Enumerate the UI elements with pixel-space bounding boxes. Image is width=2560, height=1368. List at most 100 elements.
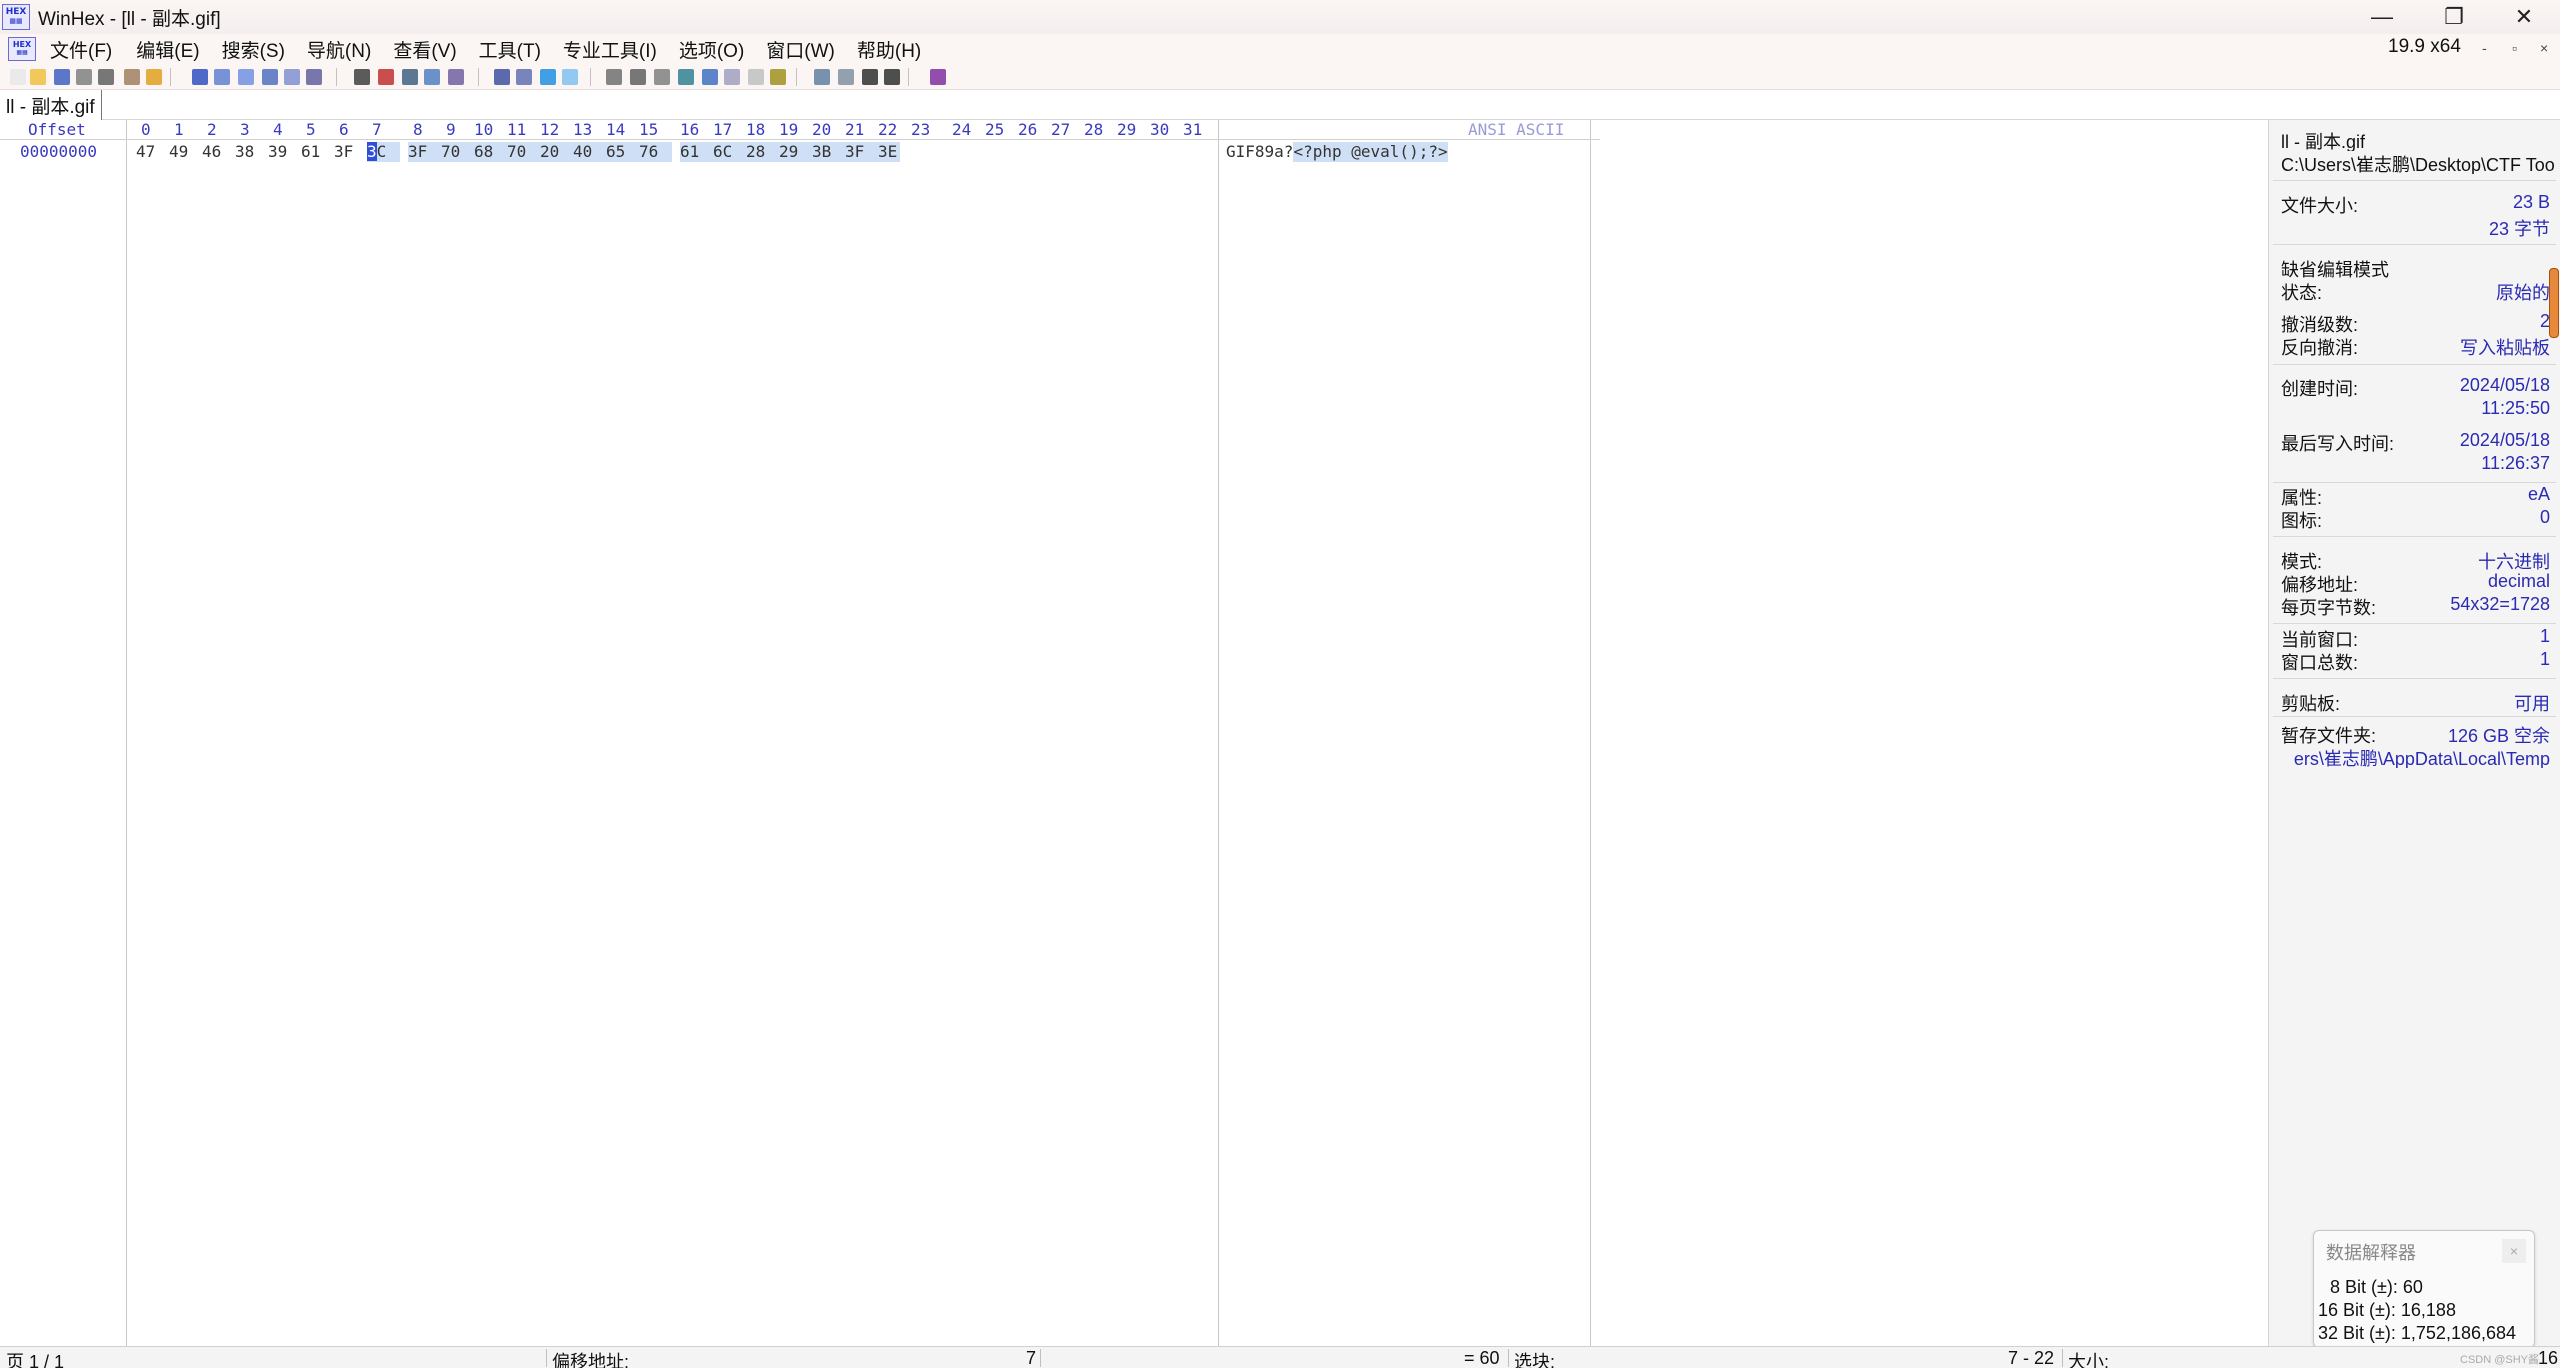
next-icon[interactable] bbox=[884, 69, 900, 85]
forward-icon[interactable] bbox=[562, 69, 578, 85]
winhex-app-icon[interactable]: HEX ▦▦ bbox=[2, 4, 30, 30]
document-icon[interactable]: HEX ▦▦ bbox=[8, 37, 36, 61]
colors-icon[interactable] bbox=[748, 69, 764, 85]
menu-edit[interactable]: 编辑(E) bbox=[136, 36, 199, 63]
back-icon[interactable] bbox=[540, 69, 556, 85]
hex-byte[interactable]: 3C bbox=[367, 142, 400, 162]
hex-editor[interactable]: Offset ANSI ASCII 00000000 0 1 2 3 4 5 6 7 8 9 10 1… bbox=[0, 120, 2268, 1346]
hex-byte[interactable]: 70 bbox=[441, 142, 474, 162]
mdi-minimize-button[interactable]: - bbox=[2482, 40, 2487, 56]
mdi-restore-button[interactable]: ▫ bbox=[2512, 40, 2517, 56]
close-button[interactable]: ✕ bbox=[2488, 0, 2560, 34]
hex-byte[interactable]: 28 bbox=[746, 142, 779, 162]
hex-byte[interactable]: 20 bbox=[540, 142, 573, 162]
offset-header: Offset bbox=[28, 120, 86, 139]
ascii-text[interactable]: GIF89a? bbox=[1226, 142, 1293, 162]
column-header: 16 bbox=[680, 120, 700, 139]
menu-specialist-tools[interactable]: 专业工具(I) bbox=[563, 36, 657, 63]
write-icon[interactable] bbox=[306, 69, 322, 85]
menu-tools[interactable]: 工具(T) bbox=[479, 36, 541, 63]
hex-byte[interactable]: 40 bbox=[573, 142, 606, 162]
save-icon[interactable] bbox=[54, 69, 70, 85]
menu-help[interactable]: 帮助(H) bbox=[857, 36, 921, 63]
hex-byte[interactable]: 76 bbox=[639, 142, 672, 162]
undo-icon[interactable] bbox=[192, 69, 208, 85]
menu-file[interactable]: 文件(F) bbox=[50, 36, 112, 63]
last-write-time: 11:26:37 bbox=[2481, 453, 2550, 473]
binoculars-icon[interactable] bbox=[354, 69, 370, 85]
created-date: 2024/05/18 bbox=[2459, 375, 2550, 395]
hex-byte[interactable]: 3B bbox=[812, 142, 845, 162]
bytes-per-page-value: 54x32=1728 bbox=[2450, 594, 2550, 614]
hex-byte[interactable]: 46 bbox=[202, 142, 235, 162]
ram-icon[interactable] bbox=[630, 69, 646, 85]
data-interpreter[interactable]: 数据解释器 × 8 Bit (±): 60 16 Bit (±): 16,188… bbox=[2313, 1230, 2535, 1348]
find-text-icon[interactable] bbox=[378, 69, 394, 85]
column-header: 13 bbox=[573, 120, 593, 139]
hex-byte[interactable]: 61 bbox=[680, 142, 713, 162]
hex-byte[interactable]: 29 bbox=[779, 142, 812, 162]
paste-block-icon[interactable] bbox=[284, 69, 300, 85]
hex-byte[interactable]: 3F bbox=[334, 142, 367, 162]
replace-icon[interactable] bbox=[424, 69, 440, 85]
hex-byte[interactable]: 3F bbox=[408, 142, 441, 162]
compare-icon[interactable] bbox=[814, 69, 830, 85]
find-hex-icon[interactable] bbox=[402, 69, 418, 85]
mdi-close-button[interactable]: × bbox=[2540, 40, 2548, 56]
hex-byte[interactable]: 38 bbox=[235, 142, 268, 162]
hex-byte[interactable]: 3F bbox=[845, 142, 878, 162]
menu-window[interactable]: 窗口(W) bbox=[766, 36, 835, 63]
goto-offset-icon[interactable] bbox=[494, 69, 510, 85]
file-name: ll - 副本.gif bbox=[2281, 132, 2366, 151]
temp-folder-row: 暂存文件夹: 126 GB 空余 bbox=[2281, 722, 2550, 746]
close-icon[interactable]: × bbox=[2502, 1239, 2526, 1263]
total-windows-value: 1 bbox=[2539, 649, 2550, 669]
hex-byte[interactable]: 47 bbox=[136, 142, 169, 162]
hex-byte[interactable]: 61 bbox=[301, 142, 334, 162]
hex-byte[interactable]: 49 bbox=[169, 142, 202, 162]
gauge-icon[interactable] bbox=[770, 69, 786, 85]
save-all-icon[interactable] bbox=[76, 69, 92, 85]
disk-icon[interactable] bbox=[606, 69, 622, 85]
open-disk-icon[interactable] bbox=[654, 69, 670, 85]
goto-page-icon[interactable] bbox=[516, 69, 532, 85]
zoom-icon[interactable] bbox=[702, 69, 718, 85]
open-folder-icon[interactable] bbox=[146, 69, 162, 85]
hex-byte[interactable]: 70 bbox=[507, 142, 540, 162]
menu-search[interactable]: 搜索(S) bbox=[222, 36, 285, 63]
menu-navigation[interactable]: 导航(N) bbox=[307, 36, 371, 63]
tab-document[interactable]: ll - 副本.gif bbox=[0, 90, 102, 120]
replace-hex-icon[interactable] bbox=[448, 69, 464, 85]
table-icon[interactable] bbox=[838, 69, 854, 85]
copy-block-icon[interactable] bbox=[262, 69, 278, 85]
info-panel-scrollbar[interactable] bbox=[2549, 268, 2559, 338]
status-bar: 页 1 / 1 偏移地址: 7 = 60 选块: 7 - 22 大小: CSDN… bbox=[0, 1346, 2560, 1368]
ascii-selection[interactable]: <?php @eval();?> bbox=[1293, 142, 1448, 162]
menu-options[interactable]: 选项(O) bbox=[679, 36, 744, 63]
winhex-window: HEX ▦▦ WinHex - [ll - 副本.gif] — ❐ ✕ HEX ▦▦… bbox=[0, 0, 2560, 1368]
open-file-icon[interactable] bbox=[30, 69, 46, 85]
new-file-icon[interactable] bbox=[10, 69, 26, 85]
help-book-icon[interactable] bbox=[930, 69, 946, 85]
icon-label: 图标: bbox=[2281, 511, 2323, 531]
status-page: 页 1 / 1 bbox=[6, 1352, 65, 1368]
properties-icon[interactable] bbox=[124, 69, 140, 85]
hex-byte[interactable]: 39 bbox=[268, 142, 301, 162]
calc-icon[interactable] bbox=[678, 69, 694, 85]
print-icon[interactable] bbox=[98, 69, 114, 85]
column-header: 23 bbox=[911, 120, 931, 139]
hex-byte[interactable]: 3E bbox=[878, 142, 900, 162]
minimize-button[interactable]: — bbox=[2346, 0, 2418, 34]
file-size-value: 23 B bbox=[2512, 192, 2550, 212]
hex-byte[interactable]: 6C bbox=[713, 142, 746, 162]
hex-byte[interactable]: 68 bbox=[474, 142, 507, 162]
copy-icon[interactable] bbox=[214, 69, 230, 85]
paste-icon[interactable] bbox=[238, 69, 254, 85]
prev-icon[interactable] bbox=[862, 69, 878, 85]
hex-byte[interactable]: 65 bbox=[606, 142, 639, 162]
menu-bar: HEX ▦▦ 文件(F) 编辑(E) 搜索(S) 导航(N) 查看(V) 工具(T… bbox=[0, 34, 2560, 64]
cloud-icon[interactable] bbox=[724, 69, 740, 85]
restore-button[interactable]: ❐ bbox=[2418, 0, 2490, 34]
menu-view[interactable]: 查看(V) bbox=[393, 36, 456, 63]
column-header: 30 bbox=[1150, 120, 1170, 139]
